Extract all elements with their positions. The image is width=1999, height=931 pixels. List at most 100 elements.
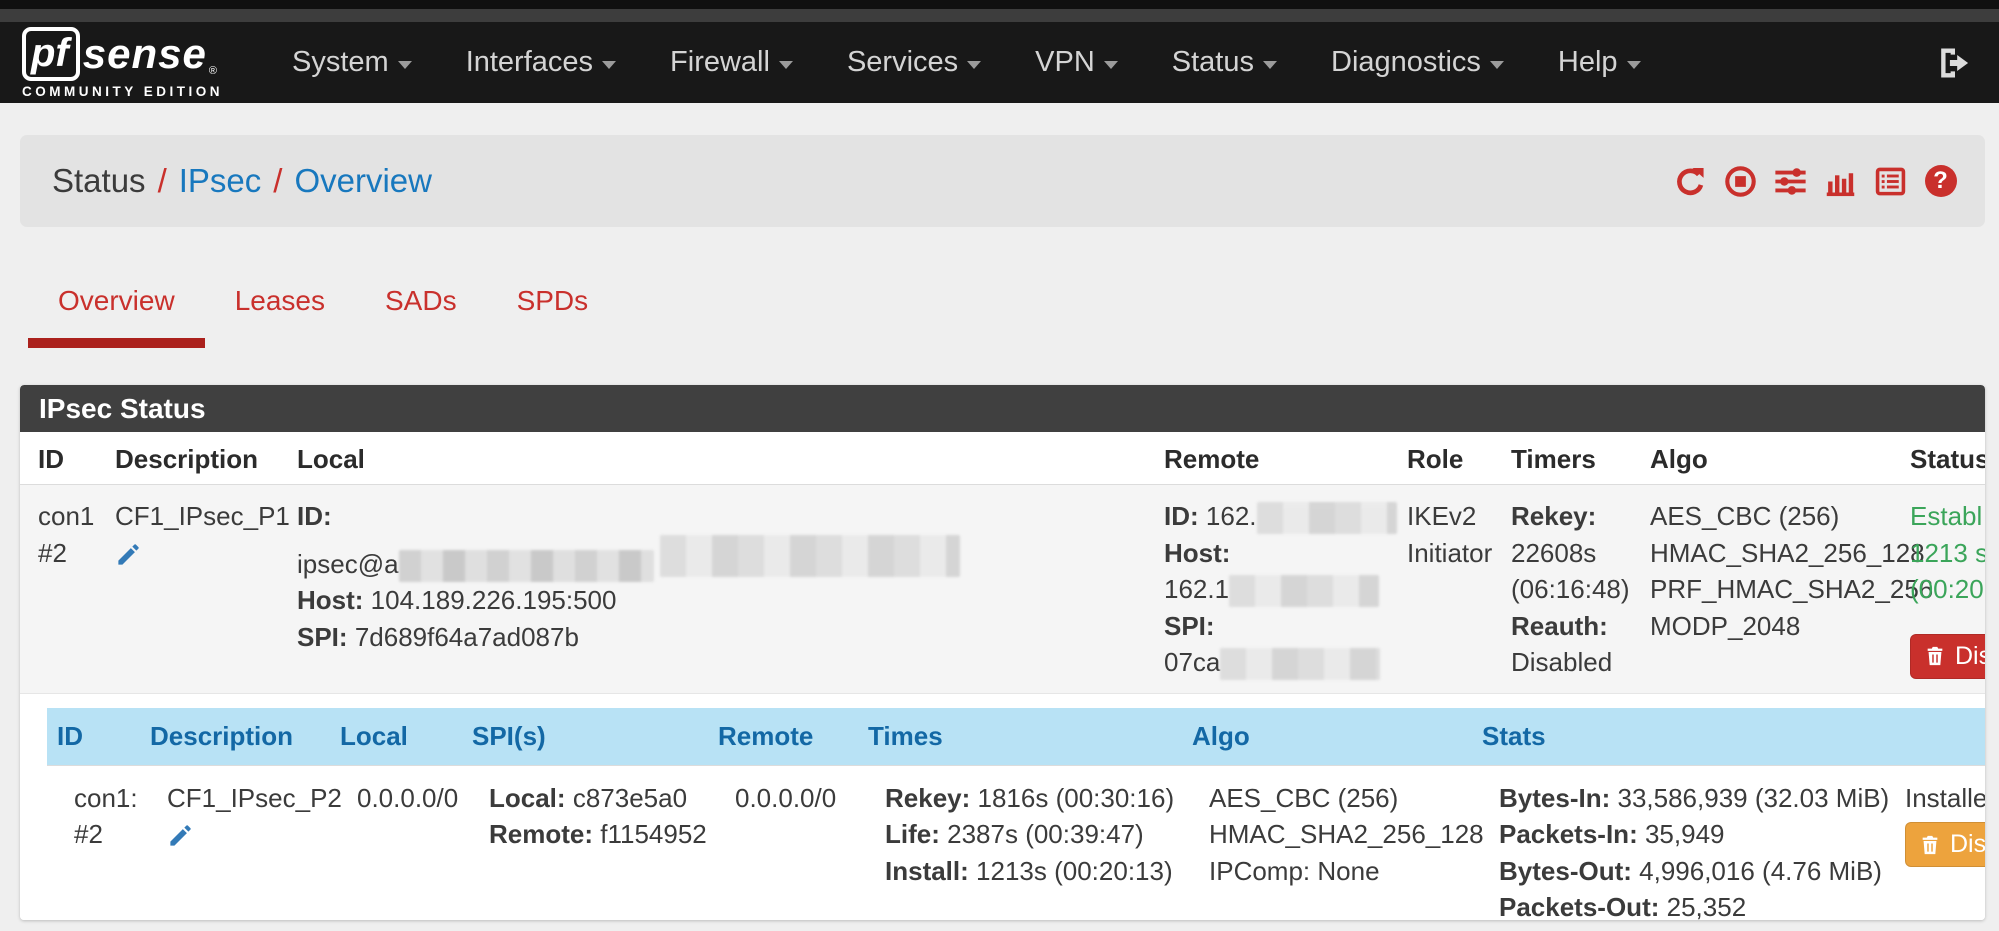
- ike-sa-table: ID Description Local Remote Role Timers …: [20, 432, 1985, 920]
- redacted-blur: [1229, 575, 1379, 607]
- nav-item-vpn[interactable]: VPN: [1008, 36, 1145, 89]
- cell-remote: ID: 162. Host: 162.1 SPI: 07ca: [1154, 485, 1397, 694]
- page-toolbar: ?: [1674, 165, 1957, 198]
- tab-leases[interactable]: Leases: [205, 268, 355, 348]
- cell-local: 0.0.0.0/0: [330, 765, 462, 920]
- col-header-description: Description: [105, 432, 287, 485]
- redacted-blur: [1257, 502, 1397, 534]
- child-col-remote: Remote: [708, 708, 858, 766]
- chevron-down-icon: [1104, 61, 1118, 69]
- nav-item-help[interactable]: Help: [1531, 36, 1668, 89]
- breadcrumb-separator: /: [273, 162, 282, 200]
- cell-id: con1 #2: [20, 485, 105, 694]
- cell-role: IKEv2 Initiator: [1397, 485, 1501, 694]
- edit-pencil-icon[interactable]: [115, 541, 142, 575]
- bar-chart-icon[interactable]: [1824, 165, 1857, 198]
- child-col-local: Local: [330, 708, 462, 766]
- child-col-times: Times: [858, 708, 1182, 766]
- sliders-icon[interactable]: [1774, 165, 1807, 198]
- chevron-down-icon: [602, 61, 616, 69]
- refresh-icon[interactable]: [1674, 165, 1707, 198]
- redacted-blur: [1220, 648, 1380, 680]
- help-icon[interactable]: ?: [1924, 165, 1957, 198]
- disconnect-button[interactable]: Disco: [1905, 822, 1985, 867]
- nav-item-diagnostics[interactable]: Diagnostics: [1304, 36, 1531, 89]
- col-header-id: ID: [20, 432, 105, 485]
- nav-item-system[interactable]: System: [265, 36, 439, 89]
- panel-header: IPsec Status: [20, 385, 1985, 432]
- col-header-remote: Remote: [1154, 432, 1397, 485]
- child-col-algo: Algo: [1182, 708, 1472, 766]
- list-icon[interactable]: [1874, 165, 1907, 198]
- nav-item-firewall[interactable]: Firewall: [643, 36, 820, 89]
- chevron-down-icon: [967, 61, 981, 69]
- tab-overview[interactable]: Overview: [28, 268, 205, 348]
- cell-algo: AES_CBC (256) HMAC_SHA2_256_128 IPComp: …: [1182, 765, 1472, 920]
- cell-child-status: Installed Disco: [1878, 765, 1985, 920]
- table-row: con1 #2 CF1_IPsec_P1 ID: ipsec@a Host: 1…: [20, 485, 1985, 694]
- nav-item-interfaces[interactable]: Interfaces: [439, 36, 643, 89]
- trash-icon: [1924, 644, 1946, 668]
- child-header-row: ID Description Local SPI(s) Remote Times…: [47, 708, 1985, 766]
- cell-status: Establ 1213 s (00:20 Dis: [1900, 485, 1985, 694]
- cell-description: CF1_IPsec_P1: [105, 485, 287, 694]
- cell-algo: AES_CBC (256) HMAC_SHA2_256_128 PRF_HMAC…: [1640, 485, 1900, 694]
- panel-title: IPsec Status: [39, 393, 206, 425]
- redacted-blur: [399, 550, 654, 582]
- chevron-down-icon: [398, 61, 412, 69]
- breadcrumb-section: Status: [52, 162, 146, 200]
- col-header-algo: Algo: [1640, 432, 1900, 485]
- col-header-local: Local: [287, 432, 1154, 485]
- cell-description: CF1_IPsec_P2: [140, 765, 330, 920]
- breadcrumb: Status / IPsec / Overview: [52, 162, 432, 200]
- disconnect-button[interactable]: Dis: [1910, 634, 1985, 679]
- cell-times: Rekey: 1816s (00:30:16) Life: 2387s (00:…: [858, 765, 1182, 920]
- breadcrumb-link-ipsec[interactable]: IPsec: [179, 162, 262, 200]
- nav-item-status[interactable]: Status: [1145, 36, 1304, 89]
- chevron-down-icon: [1627, 61, 1641, 69]
- redacted-blur: [660, 535, 960, 577]
- chevron-down-icon: [1490, 61, 1504, 69]
- child-col-stats: Stats: [1472, 708, 1878, 766]
- top-navbar: pfsense® COMMUNITY EDITION System Interf…: [0, 22, 1999, 103]
- child-col-id: ID: [47, 708, 140, 766]
- cell-id: con1: #2: [47, 765, 140, 920]
- ipsec-tabs: Overview Leases SADs SPDs: [28, 268, 618, 348]
- col-header-status: Status: [1900, 432, 1985, 485]
- edit-pencil-icon[interactable]: [167, 822, 194, 856]
- breadcrumb-bar: Status / IPsec / Overview ?: [20, 135, 1985, 227]
- col-header-role: Role: [1397, 432, 1501, 485]
- stop-icon[interactable]: [1724, 165, 1757, 198]
- window-top-strip: [0, 0, 1999, 9]
- ipsec-status-panel: IPsec Status ID Description Local Remote…: [20, 385, 1985, 920]
- table-header-row: ID Description Local Remote Role Timers …: [20, 432, 1985, 485]
- chevron-down-icon: [779, 61, 793, 69]
- breadcrumb-link-overview[interactable]: Overview: [294, 162, 432, 200]
- logo-pf-badge: pf: [22, 27, 80, 81]
- child-col-description: Description: [140, 708, 330, 766]
- logo-registered-mark: ®: [209, 65, 217, 77]
- breadcrumb-separator: /: [158, 162, 167, 200]
- cell-spis: Local: c873e5a0 Remote: f1154952: [462, 765, 708, 920]
- tab-spds[interactable]: SPDs: [487, 268, 619, 348]
- logo-sense-text: sense: [83, 30, 207, 78]
- cell-local: ID: ipsec@a Host: 104.189.226.195:500 SP…: [287, 485, 1154, 694]
- child-sa-container-row: ID Description Local SPI(s) Remote Times…: [20, 693, 1985, 920]
- table-row: con1: #2 CF1_IPsec_P2: [47, 765, 1985, 920]
- logo-edition-text: COMMUNITY EDITION: [22, 84, 223, 99]
- window-sub-strip: [0, 9, 1999, 22]
- tab-sads[interactable]: SADs: [355, 268, 487, 348]
- trash-icon: [1919, 833, 1941, 857]
- chevron-down-icon: [1263, 61, 1277, 69]
- child-col-spis: SPI(s): [462, 708, 708, 766]
- nav-item-services[interactable]: Services: [820, 36, 1008, 89]
- status-established-text: Establ: [1910, 498, 1985, 535]
- cell-remote: 0.0.0.0/0: [708, 765, 858, 920]
- sign-out-icon[interactable]: [1937, 47, 1973, 79]
- child-col-actions: [1878, 708, 1985, 766]
- cell-stats: Bytes-In: 33,586,939 (32.03 MiB) Packets…: [1472, 765, 1878, 920]
- col-header-timers: Timers: [1501, 432, 1640, 485]
- status-installed-text: Installed: [1905, 780, 1985, 817]
- pfsense-logo[interactable]: pfsense® COMMUNITY EDITION: [22, 27, 223, 99]
- cell-timers: Rekey: 22608s (06:16:48) Reauth: Disable…: [1501, 485, 1640, 694]
